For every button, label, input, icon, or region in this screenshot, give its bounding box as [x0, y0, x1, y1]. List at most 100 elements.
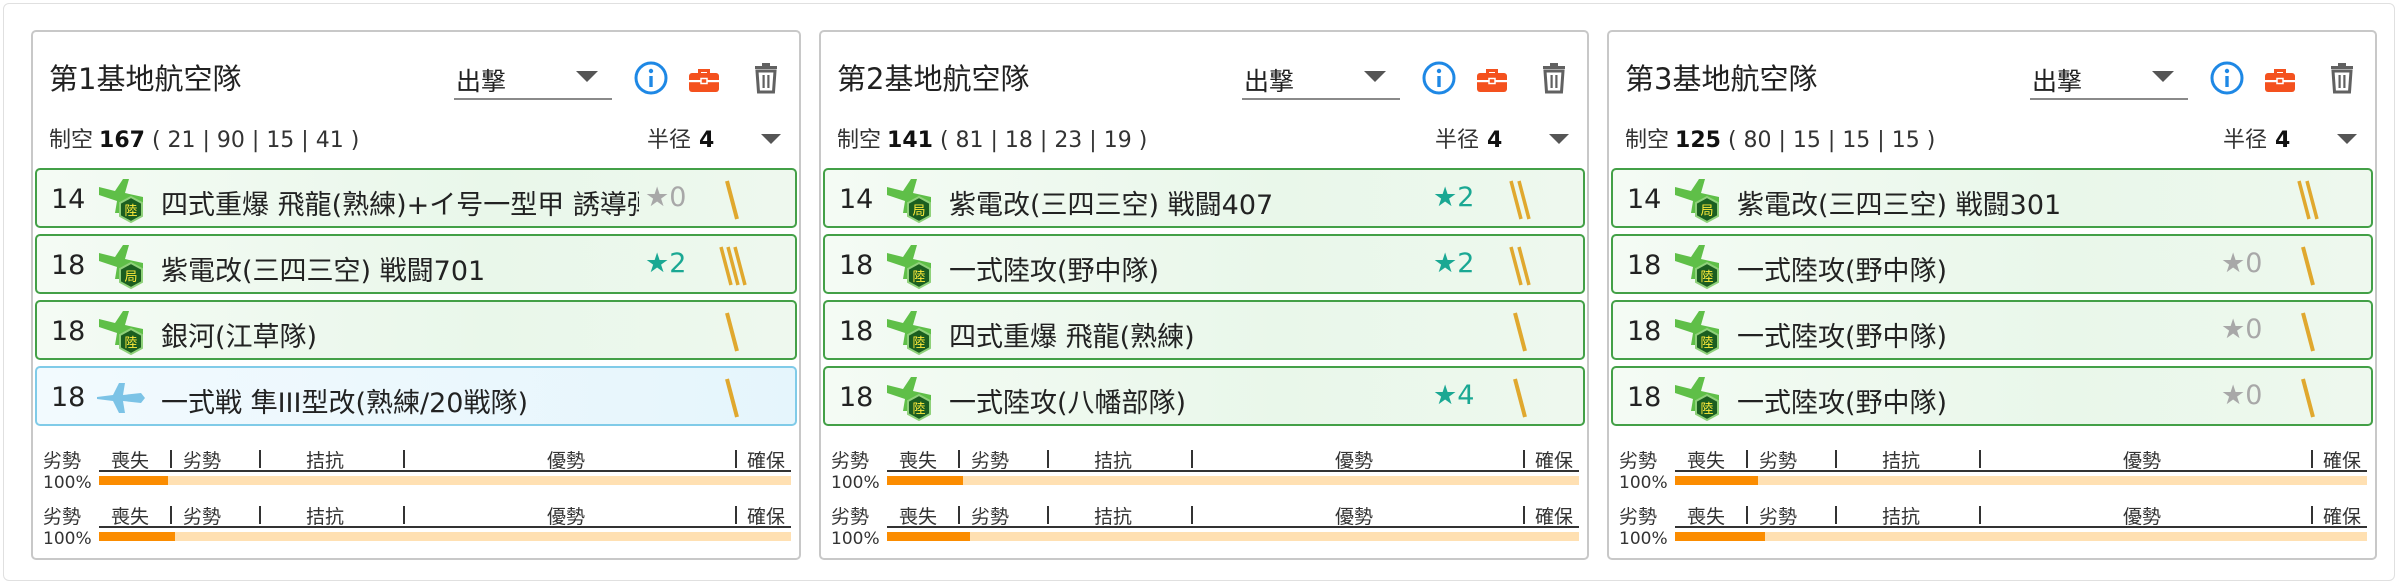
sortie-select[interactable]: 出撃 — [454, 58, 612, 100]
progress-fill — [887, 476, 964, 485]
air-power-value: 141 — [887, 128, 933, 153]
slot-count: 14 — [1627, 184, 1662, 215]
plane-row[interactable]: 18 陸 一式陸攻(野中隊) ★2 — [823, 234, 1585, 294]
progress-bar — [887, 476, 1579, 485]
plane-name: 紫電改(三四三空) 戦闘301 — [1737, 190, 2062, 221]
info-icon[interactable] — [2207, 58, 2247, 98]
trash-icon[interactable] — [746, 58, 786, 98]
slot-count: 18 — [51, 250, 86, 281]
info-icon[interactable] — [631, 58, 671, 98]
base-card-2: 第2基地航空隊 出撃 制空 141 ( 81 | 18 | 23 | 19 ) 半… — [819, 30, 1589, 560]
land-bomber-icon: 陸 — [881, 239, 937, 293]
land-fighter-icon: 局 — [881, 173, 937, 227]
base-title: 第2基地航空隊 — [837, 62, 1030, 96]
plane-row[interactable]: 18 陸 四式重爆 飛龍(熟練) — [823, 300, 1585, 360]
proficiency-icon — [717, 241, 749, 291]
air-state-gauge: 劣勢 100% 喪失 劣勢 拮抗 優勢 確保 — [821, 500, 1587, 556]
air-power-stats: 制空 125 ( 80 | 15 | 15 | 15 ) — [1625, 128, 1936, 153]
base-title: 第1基地航空隊 — [49, 62, 242, 96]
proficiency-icon — [2293, 373, 2325, 423]
slot-count: 14 — [51, 184, 86, 215]
svg-text:陸: 陸 — [912, 269, 925, 285]
star-level: ★2 — [645, 248, 687, 279]
trash-icon[interactable] — [1534, 58, 1574, 98]
slot-count: 18 — [1627, 382, 1662, 413]
plane-row[interactable]: 18 陸 一式陸攻(八幡部隊) ★4 — [823, 366, 1585, 426]
radius-select[interactable]: 半径 4 — [2223, 122, 2290, 154]
proficiency-icon — [717, 307, 749, 357]
trash-icon[interactable] — [2322, 58, 2362, 98]
land-bomber-icon: 陸 — [881, 371, 937, 425]
air-power-stats: 制空 167 ( 21 | 90 | 15 | 41 ) — [49, 128, 360, 153]
radius-value: 4 — [699, 128, 715, 153]
slot-count: 18 — [839, 316, 874, 347]
plane-row[interactable]: 18 陸 銀河(江草隊) — [35, 300, 797, 360]
plane-name: 紫電改(三四三空) 戦闘407 — [949, 190, 1274, 221]
star-level: ★2 — [1433, 182, 1475, 213]
sortie-select-value: 出撃 — [2032, 67, 2083, 96]
air-state-gauge: 劣勢 100% 喪失 劣勢 拮抗 優勢 確保 — [1609, 444, 2375, 500]
sortie-select-value: 出撃 — [456, 67, 507, 96]
plane-name: 一式陸攻(野中隊) — [1737, 256, 1948, 287]
svg-text:陸: 陸 — [1700, 269, 1713, 285]
plane-row[interactable]: 18 局 紫電改(三四三空) 戦闘701 ★2 — [35, 234, 797, 294]
star-level: ★0 — [2221, 248, 2263, 279]
progress-bar — [1675, 476, 2367, 485]
proficiency-icon — [1505, 373, 1537, 423]
progress-bar — [99, 532, 791, 541]
chevron-down-icon[interactable] — [2337, 134, 2357, 144]
radius-select[interactable]: 半径 4 — [647, 122, 714, 154]
proficiency-icon — [1505, 241, 1537, 291]
base-card-1: 第1基地航空隊 出撃 制空 167 ( 21 | 90 | 15 | 41 ) 半… — [31, 30, 801, 560]
plane-name: 銀河(江草隊) — [161, 322, 318, 353]
chevron-down-icon — [576, 71, 598, 82]
plane-row[interactable]: 18 陸 一式陸攻(野中隊) ★0 — [1611, 300, 2373, 360]
slot-count: 18 — [1627, 316, 1662, 347]
plane-row[interactable]: 18 一式戦 隼III型改(熟練/20戦隊) — [35, 366, 797, 426]
plane-row[interactable]: 14 局 紫電改(三四三空) 戦闘407 ★2 — [823, 168, 1585, 228]
plane-row[interactable]: 18 陸 一式陸攻(野中隊) ★0 — [1611, 366, 2373, 426]
sortie-select[interactable]: 出撃 — [2030, 58, 2188, 100]
slot-count: 18 — [51, 382, 86, 413]
progress-fill — [887, 532, 971, 541]
proficiency-icon — [1505, 175, 1537, 225]
sortie-select-value: 出撃 — [1244, 67, 1295, 96]
plane-name: 四式重爆 飛龍(熟練)+イ号一型甲 誘導弾 — [161, 190, 639, 221]
svg-text:局: 局 — [912, 204, 925, 219]
plane-row[interactable]: 14 局 紫電改(三四三空) 戦闘301 — [1611, 168, 2373, 228]
chevron-down-icon — [2152, 71, 2174, 82]
air-state-gauge: 劣勢 100% 喪失 劣勢 拮抗 優勢 確保 — [33, 444, 799, 500]
toolbox-icon[interactable] — [684, 58, 724, 98]
chevron-down-icon[interactable] — [761, 134, 781, 144]
air-base-panel: 第1基地航空隊 出撃 制空 167 ( 21 | 90 | 15 | 41 ) 半… — [3, 3, 2395, 581]
sortie-select[interactable]: 出撃 — [1242, 58, 1400, 100]
info-icon[interactable] — [1419, 58, 1459, 98]
air-state-gauge: 劣勢 100% 喪失 劣勢 拮抗 優勢 確保 — [33, 500, 799, 556]
svg-text:局: 局 — [1700, 204, 1713, 219]
plane-row[interactable]: 14 陸 四式重爆 飛龍(熟練)+イ号一型甲 誘導弾 ★0 — [35, 168, 797, 228]
progress-fill — [99, 476, 169, 485]
progress-bar — [99, 476, 791, 485]
land-fighter-icon: 局 — [1669, 173, 1725, 227]
toolbox-icon[interactable] — [1472, 58, 1512, 98]
toolbox-icon[interactable] — [2260, 58, 2300, 98]
plane-name: 一式戦 隼III型改(熟練/20戦隊) — [161, 388, 528, 419]
radius-value: 4 — [1487, 128, 1503, 153]
land-fighter-icon: 局 — [93, 239, 149, 293]
radius-select[interactable]: 半径 4 — [1435, 122, 1502, 154]
proficiency-icon — [717, 175, 749, 225]
land-bomber-icon: 陸 — [881, 305, 937, 359]
plane-name: 四式重爆 飛龍(熟練) — [949, 322, 1195, 353]
star-level: ★0 — [2221, 380, 2263, 411]
chevron-down-icon[interactable] — [1549, 134, 1569, 144]
proficiency-icon — [2293, 307, 2325, 357]
air-power-breakdown: ( 81 | 18 | 23 | 19 ) — [939, 128, 1148, 153]
proficiency-icon — [717, 373, 749, 423]
star-level: ★4 — [1433, 380, 1475, 411]
star-level: ★0 — [2221, 314, 2263, 345]
air-power-breakdown: ( 21 | 90 | 15 | 41 ) — [151, 128, 360, 153]
progress-fill — [1675, 476, 1759, 485]
plane-name: 一式陸攻(野中隊) — [1737, 322, 1948, 353]
plane-row[interactable]: 18 陸 一式陸攻(野中隊) ★0 — [1611, 234, 2373, 294]
air-power-breakdown: ( 80 | 15 | 15 | 15 ) — [1727, 128, 1936, 153]
